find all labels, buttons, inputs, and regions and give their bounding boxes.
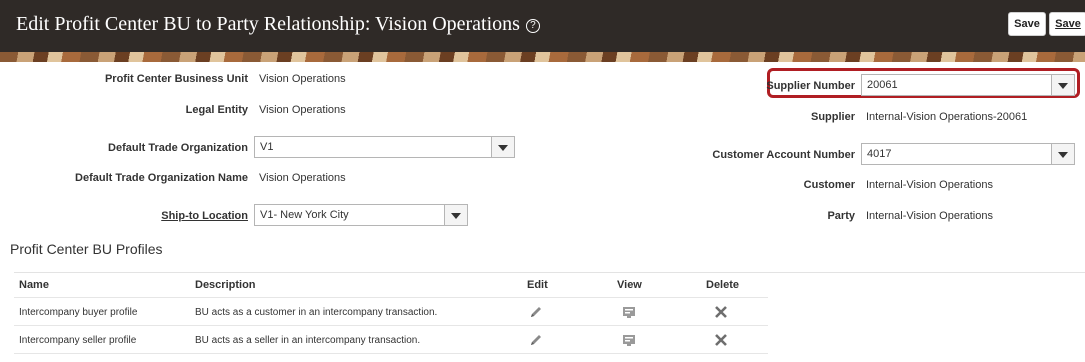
page-header: Edit Profit Center BU to Party Relations… [0, 0, 1085, 52]
header-decorative-band [0, 52, 1085, 62]
profile-name: Intercompany buyer profile [19, 307, 138, 318]
question-circle-icon[interactable]: ? [525, 19, 540, 33]
close-x-icon[interactable] [713, 304, 729, 320]
default-trade-org-select-value: V1 [260, 141, 274, 153]
legal-entity-label: Legal Entity [185, 104, 248, 116]
profiles-table-border [14, 272, 1085, 273]
column-header-edit: Edit [527, 279, 548, 291]
ship-to-location-select-value: V1- New York City [260, 209, 349, 221]
column-header-view: View [617, 279, 642, 291]
legal-entity-value: Vision Operations [259, 104, 346, 116]
column-header-delete: Delete [706, 279, 740, 291]
view-details-icon[interactable] [621, 304, 637, 320]
customer-label: Customer [803, 179, 855, 191]
save-and-close-button[interactable]: Save [1049, 12, 1085, 36]
table-divider [14, 325, 768, 326]
customer-account-select[interactable]: 4017 [861, 143, 1075, 165]
customer-account-select-value: 4017 [867, 148, 892, 160]
chevron-down-icon[interactable] [1051, 75, 1074, 95]
supplier-number-select[interactable]: 20061 [861, 74, 1075, 96]
customer-value: Internal-Vision Operations [866, 179, 993, 191]
page-title-text: Edit Profit Center BU to Party Relations… [16, 13, 520, 35]
profile-name: Intercompany seller profile [19, 335, 137, 346]
supplier-label: Supplier [810, 111, 855, 123]
default-trade-org-name-label: Default Trade Organization Name [75, 172, 248, 184]
table-divider [14, 297, 768, 298]
default-trade-org-select[interactable]: V1 [254, 136, 515, 158]
save-button[interactable]: Save [1008, 12, 1046, 36]
profile-description: BU acts as a seller in an intercompany t… [195, 335, 421, 346]
column-header-description[interactable]: Description [195, 279, 256, 291]
profiles-section-title: Profit Center BU Profiles [10, 241, 163, 257]
page-title: Edit Profit Center BU to Party Relations… [16, 13, 540, 36]
supplier-value: Internal-Vision Operations-20061 [866, 111, 1028, 123]
table-divider [14, 353, 768, 354]
supplier-number-label: Supplier Number [766, 80, 855, 92]
default-trade-org-label: Default Trade Organization [108, 142, 248, 154]
party-label: Party [827, 210, 855, 222]
ship-to-location-select[interactable]: V1- New York City [254, 204, 468, 226]
ship-to-location-link[interactable]: Ship-to Location [88, 210, 248, 222]
pencil-icon[interactable] [528, 332, 544, 348]
close-x-icon[interactable] [713, 332, 729, 348]
chevron-down-icon[interactable] [444, 205, 467, 225]
column-header-name[interactable]: Name [19, 279, 49, 291]
pencil-icon[interactable] [528, 304, 544, 320]
chevron-down-icon[interactable] [1051, 144, 1074, 164]
profit-center-bu-label: Profit Center Business Unit [104, 73, 248, 85]
view-details-icon[interactable] [621, 332, 637, 348]
party-value: Internal-Vision Operations [866, 210, 993, 222]
supplier-number-select-value: 20061 [867, 79, 898, 91]
chevron-down-icon[interactable] [491, 137, 514, 157]
profit-center-bu-value: Vision Operations [259, 73, 346, 85]
profile-description: BU acts as a customer in an intercompany… [195, 307, 438, 318]
default-trade-org-name-value: Vision Operations [259, 172, 346, 184]
customer-account-label: Customer Account Number [712, 149, 855, 161]
